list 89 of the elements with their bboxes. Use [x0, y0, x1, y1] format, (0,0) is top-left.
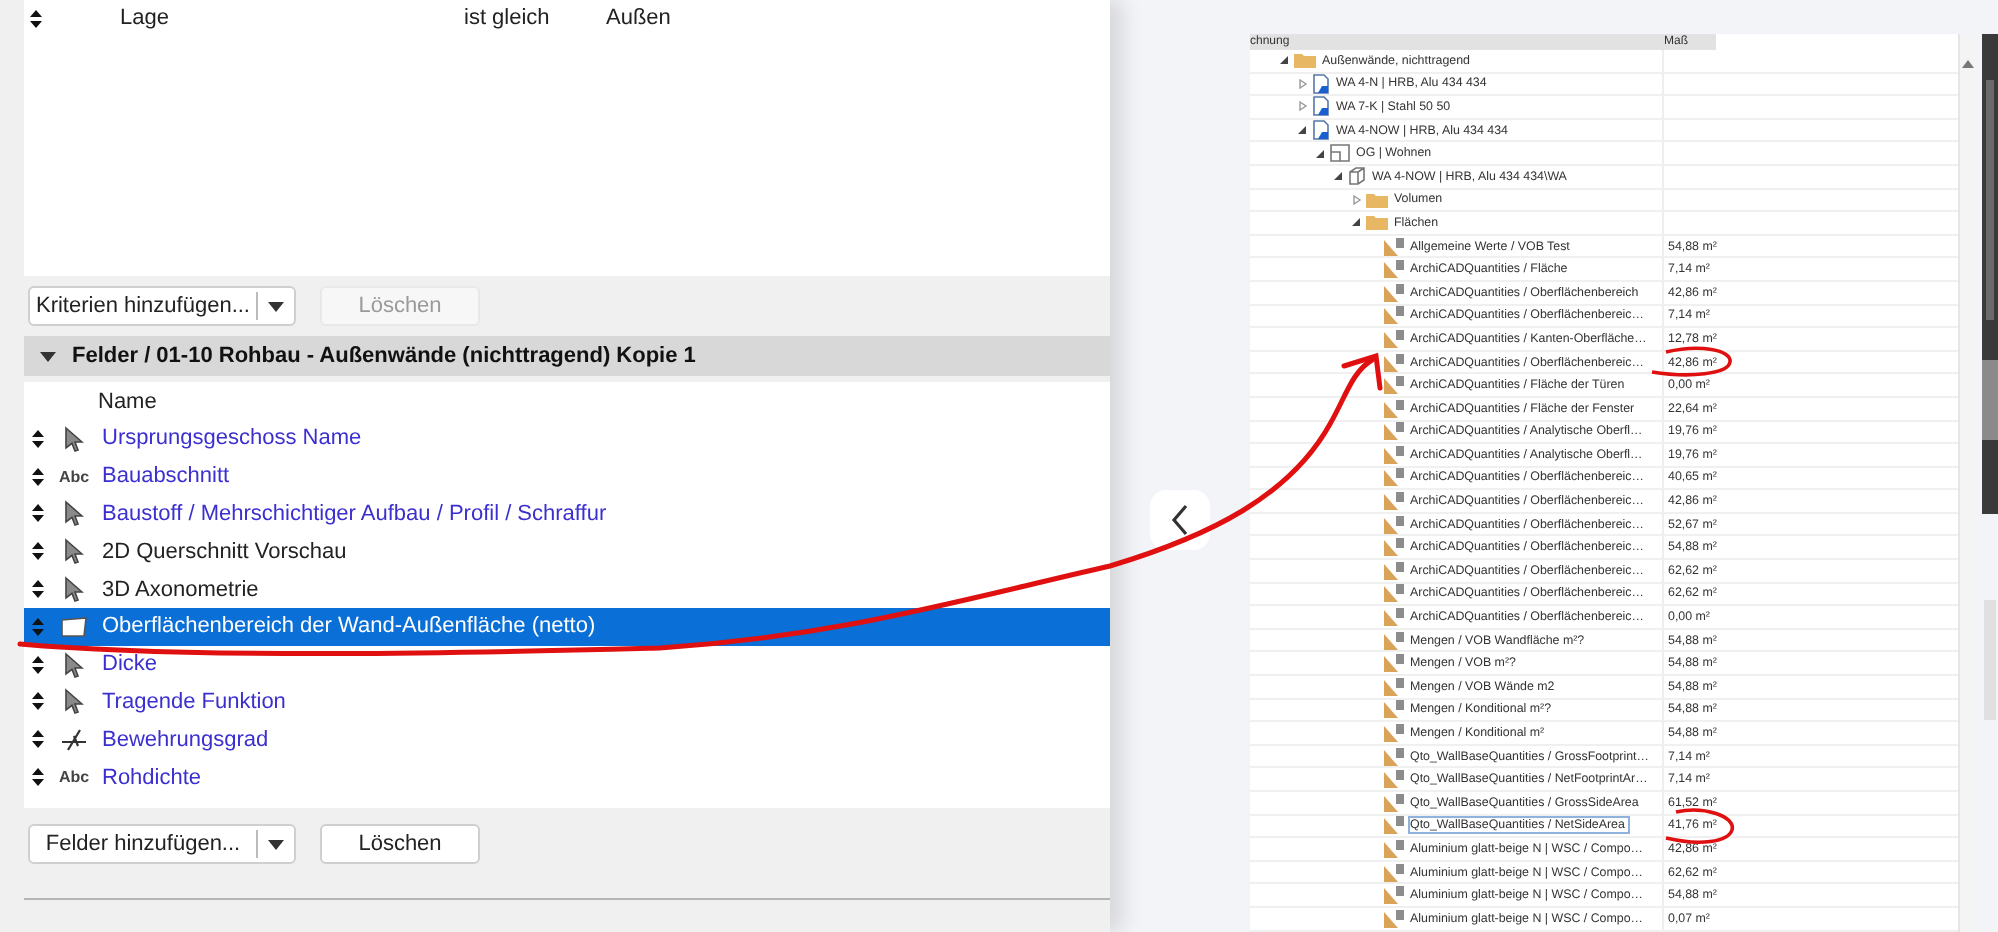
document-icon — [1312, 96, 1330, 117]
floor-plan-icon — [1330, 144, 1350, 163]
document-icon — [1312, 120, 1330, 141]
quantity-icon — [1384, 886, 1404, 905]
reorder-icon[interactable] — [30, 9, 42, 27]
caret-icon — [268, 301, 284, 311]
delete-button[interactable]: Löschen — [320, 824, 480, 864]
quantity-icon — [1384, 283, 1404, 302]
add-criteria-button[interactable]: Kriterien hinzufügen... — [28, 286, 296, 326]
folder-icon — [1366, 214, 1388, 231]
scroll-up-icon[interactable] — [1962, 58, 1974, 70]
expanded-arrow-icon[interactable] — [1350, 216, 1362, 229]
cursor-icon — [64, 651, 84, 678]
document-icon — [1312, 73, 1330, 94]
quantity-icon — [1384, 584, 1404, 603]
reorder-icon[interactable] — [32, 655, 44, 674]
criteria-value: Außen — [606, 6, 673, 30]
quantity-icon — [1384, 515, 1404, 534]
cube-icon — [1348, 166, 1366, 187]
quantity-icon — [1384, 724, 1404, 743]
rebar-icon — [60, 727, 88, 752]
criteria-field: Lage — [120, 6, 464, 30]
quantity-icon — [1384, 909, 1404, 928]
quantity-icon — [1384, 770, 1404, 789]
quantity-icon — [1384, 306, 1404, 325]
field-name[interactable]: Dicke — [102, 652, 158, 677]
reorder-icon[interactable] — [32, 504, 44, 523]
quantity-icon — [1384, 654, 1404, 673]
scrollbar[interactable] — [1958, 34, 1976, 932]
folder-icon — [1366, 191, 1388, 208]
quantity-icon — [1384, 863, 1404, 882]
expanded-arrow-icon[interactable] — [1296, 124, 1308, 137]
field-name[interactable]: Tragende Funktion — [102, 689, 286, 714]
quantity-icon — [1384, 561, 1404, 580]
quantity-icon — [1384, 237, 1404, 256]
quantity-icon — [1384, 399, 1404, 418]
expanded-arrow-icon[interactable] — [1332, 170, 1344, 183]
field-name[interactable]: 3D Axonometrie — [102, 577, 259, 602]
cursor-icon — [64, 538, 84, 565]
quantity-icon — [1384, 839, 1404, 858]
quantity-icon — [1384, 329, 1404, 348]
expanded-arrow-icon[interactable] — [1314, 147, 1326, 160]
quantity-icon — [1384, 468, 1404, 487]
field-name[interactable]: Rohdichte — [102, 765, 202, 790]
cursor-icon — [64, 576, 84, 603]
expanded-arrow-icon[interactable] — [1278, 54, 1290, 67]
quantity-icon — [1384, 422, 1404, 441]
field-name[interactable]: Ursprungsgeschoss Name — [102, 426, 362, 451]
section-title: Felder / 01-10 Rohbau - Außenwände (nichttragend) Kopie 1 — [72, 344, 696, 368]
quantity-icon — [1384, 260, 1404, 279]
quantity-icon — [1384, 793, 1404, 812]
quantity-icon — [1384, 492, 1404, 511]
quantity-icon — [1384, 445, 1404, 464]
reorder-icon[interactable] — [32, 580, 44, 599]
quantity-icon — [1384, 747, 1404, 766]
column-header: Name — [98, 389, 157, 413]
reorder-icon[interactable] — [32, 542, 44, 561]
reorder-icon[interactable] — [32, 429, 44, 448]
field-name[interactable]: 2D Querschnitt Vorschau — [102, 539, 347, 564]
cursor-icon — [64, 688, 84, 715]
chevron-left-icon — [1170, 504, 1190, 536]
text-type-icon: Abc — [58, 768, 90, 787]
reorder-icon[interactable] — [32, 768, 44, 787]
cursor-icon — [64, 425, 84, 452]
criteria-operator: ist gleich — [464, 6, 552, 30]
add-fields-button[interactable]: Felder hinzufügen... — [28, 824, 296, 864]
text-type-icon: Abc — [58, 467, 90, 486]
surface-icon — [60, 615, 88, 638]
quantity-icon — [1384, 353, 1404, 372]
quantity-icon — [1384, 677, 1404, 696]
field-name[interactable]: Bewehrungsgrad — [102, 727, 269, 752]
collapsed-arrow-icon[interactable] — [1296, 77, 1308, 90]
cursor-icon — [64, 500, 84, 527]
back-button[interactable] — [1150, 490, 1210, 550]
quantity-icon — [1384, 538, 1404, 557]
field-name[interactable]: Bauabschnitt — [102, 464, 230, 489]
reorder-icon[interactable] — [32, 467, 44, 486]
field-name[interactable]: Baustoff / Mehrschichtiger Aufbau / Profil / Schraffur — [102, 501, 607, 526]
caret-icon — [40, 351, 56, 361]
reorder-icon[interactable] — [32, 692, 44, 711]
quantity-icon — [1384, 376, 1404, 395]
quantity-icon — [1384, 631, 1404, 650]
caret-icon — [268, 839, 284, 849]
quantity-icon — [1384, 608, 1404, 627]
collapsed-arrow-icon[interactable] — [1350, 193, 1362, 206]
quantity-icon — [1384, 816, 1404, 835]
collapsed-arrow-icon[interactable] — [1296, 100, 1308, 113]
quantity-icon — [1384, 700, 1404, 719]
reorder-icon[interactable] — [32, 730, 44, 749]
